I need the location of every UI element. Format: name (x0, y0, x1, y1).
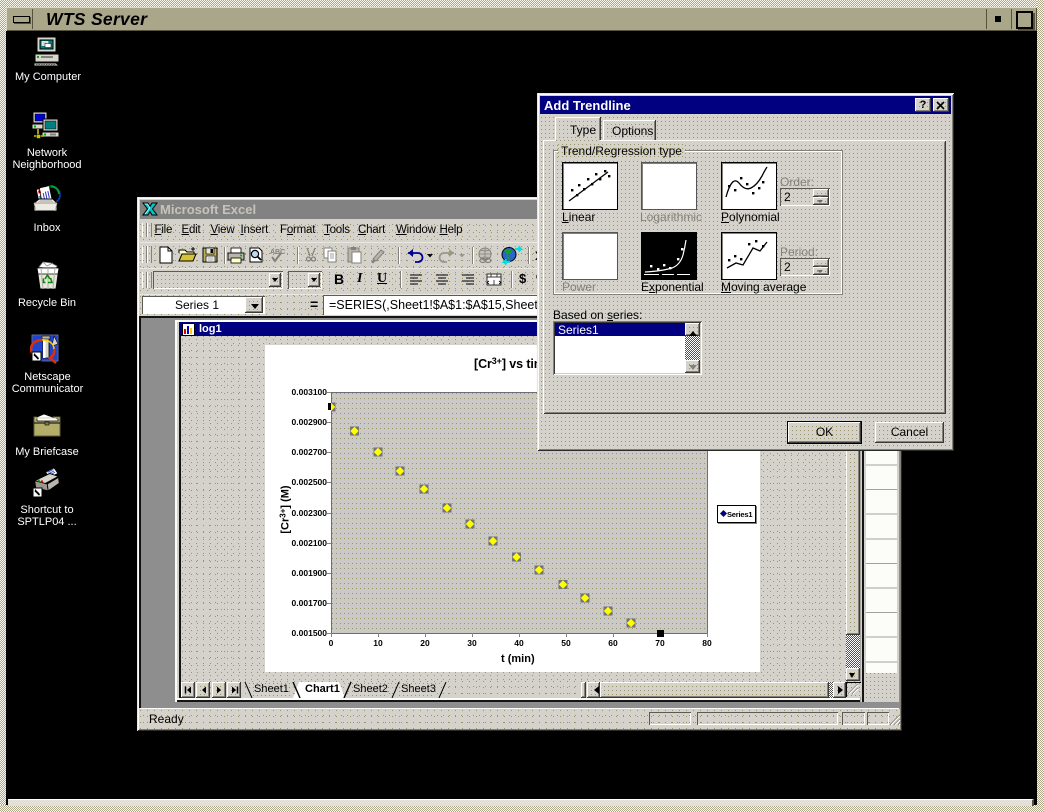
svg-text:ABC: ABC (270, 249, 285, 256)
